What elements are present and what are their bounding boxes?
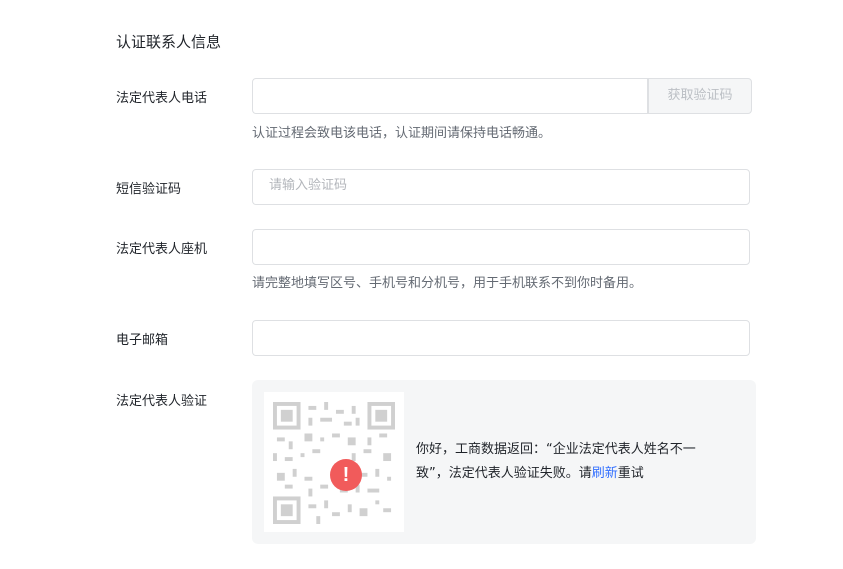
landline-input[interactable]	[252, 229, 750, 265]
email-input[interactable]	[252, 320, 750, 356]
landline-hint: 请完整地填写区号、手机号和分机号，用于手机联系不到你时备用。	[252, 276, 643, 291]
refresh-link[interactable]: 刷新	[592, 466, 618, 481]
verification-label: 法定代表人验证	[116, 394, 208, 409]
contact-info-form: 认证联系人信息 法定代表人电话 获取验证码 认证过程会致电该电话，认证期间请保持…	[0, 0, 843, 569]
exclamation-circle-icon: !	[330, 459, 362, 491]
sms-code-label: 短信验证码	[116, 182, 182, 197]
phone-input[interactable]	[252, 78, 648, 114]
email-label: 电子邮箱	[116, 333, 169, 348]
get-code-button[interactable]: 获取验证码	[648, 78, 752, 114]
sms-code-input[interactable]: 请输入验证码	[252, 169, 750, 205]
verification-message-suffix: 重试	[617, 466, 644, 481]
qr-code: !	[264, 392, 404, 532]
verification-message: 你好，工商数据返回：“企业法定代表人姓名不一致”，法定代表人验证失败。请刷新重试	[416, 438, 726, 486]
verification-panel: ! 你好，工商数据返回：“企业法定代表人姓名不一致”，法定代表人验证失败。请刷新…	[252, 380, 756, 544]
section-title: 认证联系人信息	[116, 33, 222, 51]
verification-message-text: 你好，工商数据返回：“企业法定代表人姓名不一致”，法定代表人验证失败。请	[416, 442, 696, 481]
landline-label: 法定代表人座机	[116, 242, 208, 257]
sms-code-placeholder: 请输入验证码	[269, 178, 348, 193]
phone-label: 法定代表人电话	[116, 91, 208, 106]
phone-hint: 认证过程会致电该电话，认证期间请保持电话畅通。	[252, 126, 552, 141]
